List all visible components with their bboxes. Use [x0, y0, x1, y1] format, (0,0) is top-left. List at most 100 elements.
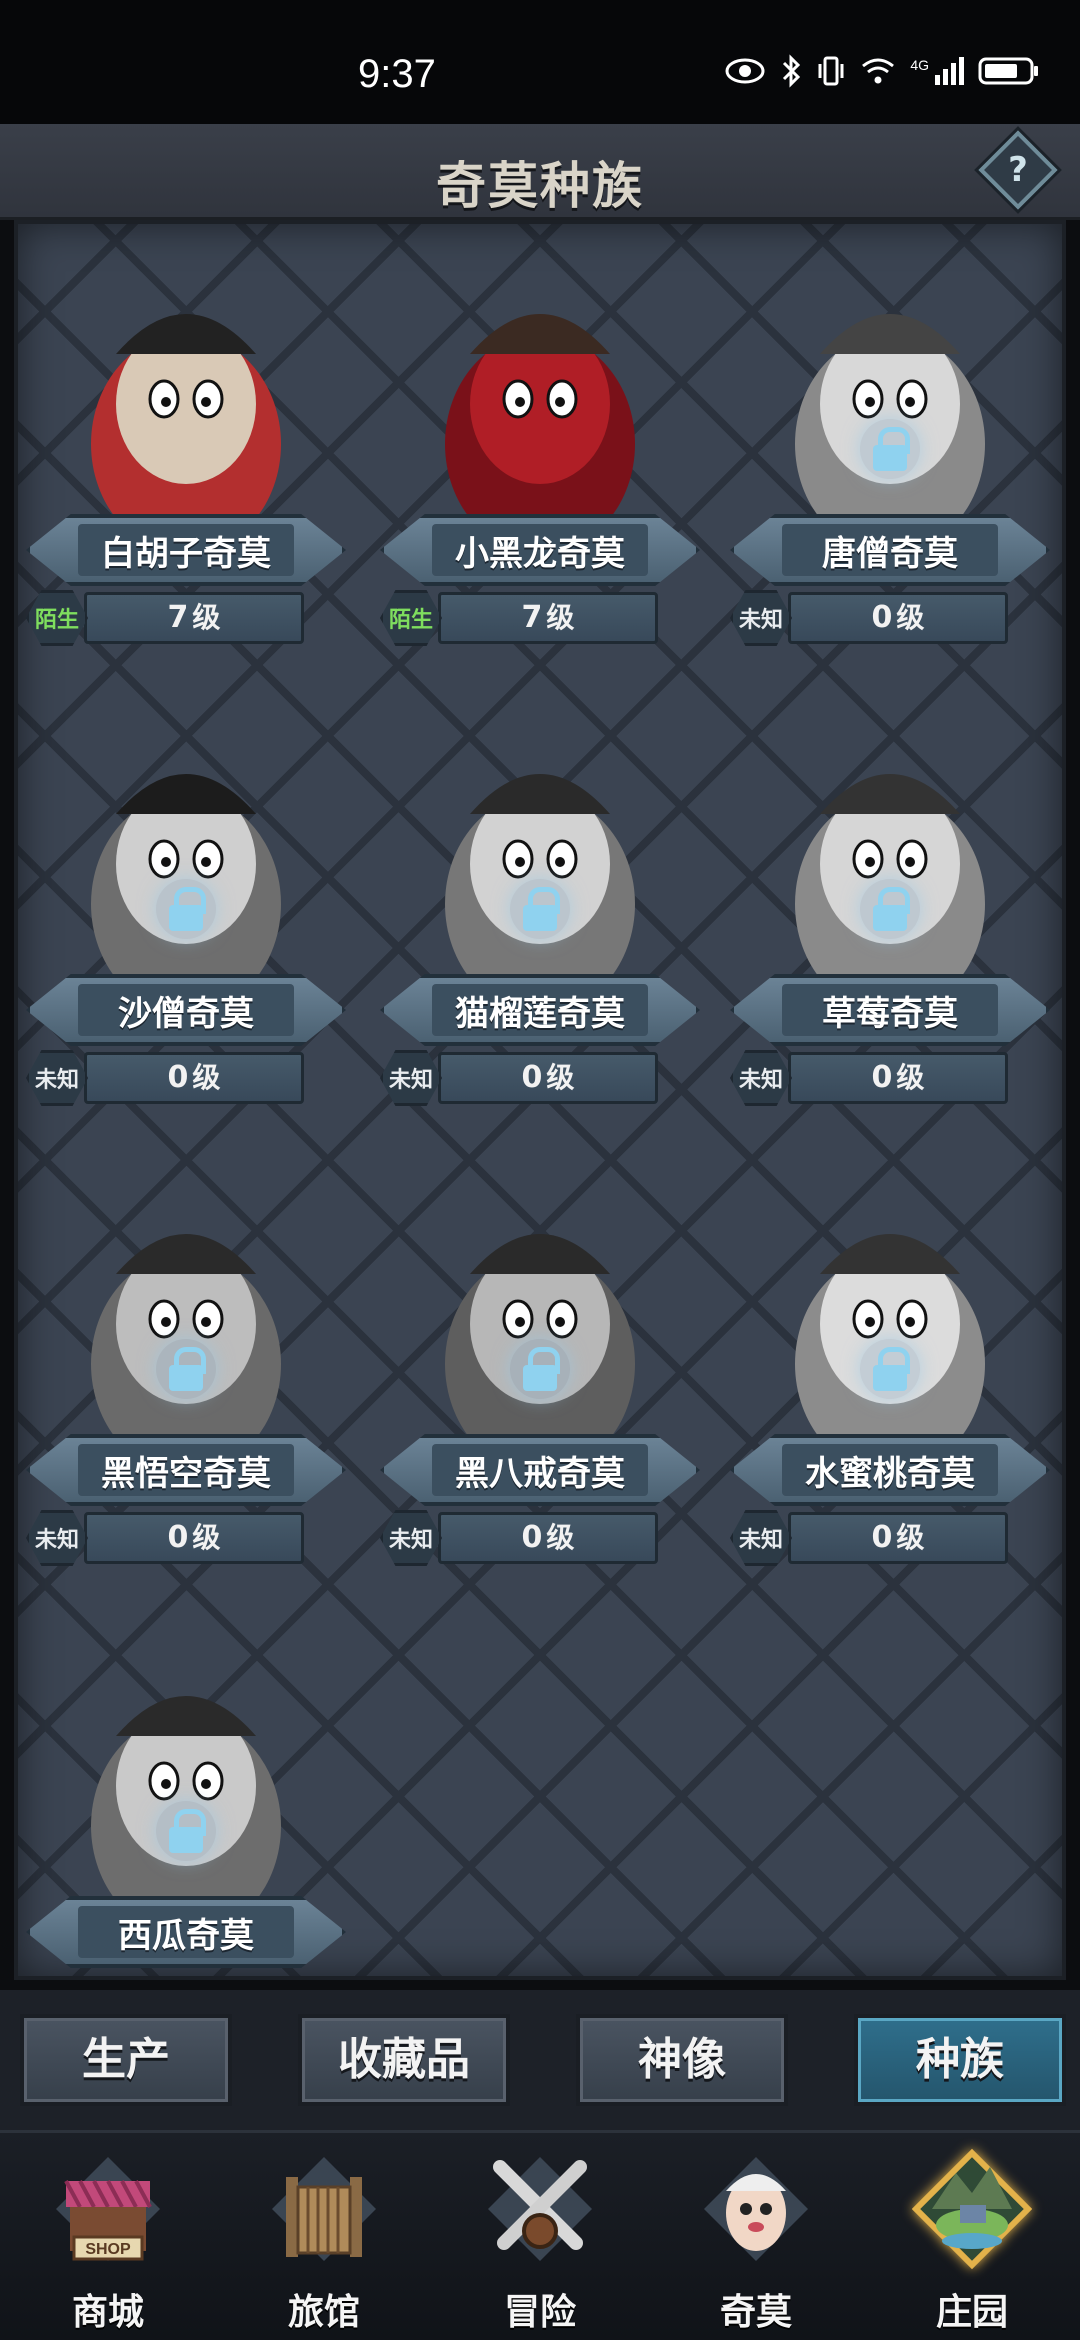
level-unit: 级 [896, 1521, 925, 1554]
tab-production[interactable]: 生产 [20, 2014, 232, 2106]
battery-icon [978, 57, 1038, 85]
level-row: 0级 未知 [380, 1506, 700, 1570]
level-unit: 级 [546, 601, 575, 634]
lock-icon [860, 1339, 920, 1399]
level-row: 0级 未知 [26, 1046, 346, 1110]
level-value: 0 [521, 1060, 543, 1095]
level-badge: 0级 [438, 1052, 658, 1104]
shop-sign: SHOP [85, 2241, 131, 2258]
species-name: 白胡子奇莫 [101, 533, 271, 574]
nav-manor[interactable]: 庄园 [864, 2133, 1080, 2340]
level-badge: 0级 [84, 1512, 304, 1564]
species-name: 草莓奇莫 [822, 993, 958, 1034]
help-question-icon: ? [1008, 150, 1028, 190]
species-card[interactable]: 黑八戒奇莫 0级 未知 [370, 1134, 710, 1566]
level-value: 0 [521, 1520, 543, 1555]
level-badge: 0级 [788, 1052, 1008, 1104]
species-card[interactable]: 白胡子奇莫 7级 陌生 [18, 224, 356, 646]
tab-statues[interactable]: 神像 [576, 2014, 788, 2106]
tab-collectibles[interactable]: 收藏品 [298, 2014, 510, 2106]
species-card[interactable]: 小黑龙奇莫 7级 陌生 [370, 224, 710, 646]
lock-icon [156, 1339, 216, 1399]
species-name: 水蜜桃奇莫 [805, 1453, 975, 1494]
species-name-banner: 西瓜奇莫 [26, 1896, 346, 1968]
tab-species[interactable]: 种族 [854, 2014, 1066, 2106]
species-name-banner: 沙僧奇莫 [26, 974, 346, 1046]
bottom-navigation: SHOP 商城 旅馆 冒险 奇莫 庄园 [0, 2130, 1080, 2340]
level-value: 7 [521, 600, 543, 635]
level-value: 0 [167, 1520, 189, 1555]
signal-4g-icon: 4G [910, 57, 964, 85]
level-row: 0级 未知 [730, 1046, 1050, 1110]
level-row: 7级 陌生 [26, 586, 346, 650]
species-name-banner: 白胡子奇莫 [26, 514, 346, 586]
species-card[interactable]: 黑悟空奇莫 0级 未知 [18, 1134, 356, 1566]
page-title: 奇莫种族 [436, 157, 644, 215]
nav-qimo[interactable]: 奇莫 [648, 2133, 864, 2340]
species-grid-panel[interactable]: 白胡子奇莫 7级 陌生 小黑龙奇莫 7级 陌生 唐僧奇莫 0 级 未知 沙僧奇莫… [14, 220, 1066, 1980]
familiarity-status: 未知 [730, 1050, 792, 1106]
eye-icon [725, 58, 765, 84]
species-name-banner: 唐僧奇莫 [730, 514, 1050, 586]
species-name: 沙僧奇莫 [118, 993, 254, 1034]
title-bar: 奇莫种族 [0, 124, 1080, 220]
nav-inn[interactable]: 旅馆 [216, 2133, 432, 2340]
level-unit: 级 [192, 1061, 221, 1094]
category-tabs: 生产 收藏品 神像 种族 [0, 1990, 1080, 2130]
species-name-banner: 草莓奇莫 [730, 974, 1050, 1046]
qimo-character-icon [704, 2157, 808, 2261]
vibrate-icon [818, 56, 844, 86]
lock-icon [860, 879, 920, 939]
level-value: 0 [871, 600, 893, 635]
familiarity-status: 未知 [380, 1050, 442, 1106]
level-badge: 7级 [84, 592, 304, 644]
level-unit: 级 [192, 1521, 221, 1554]
crossed-swords-icon [488, 2157, 592, 2261]
level-row: 0级 未知 [730, 586, 1050, 650]
familiarity-status: 未知 [380, 1510, 442, 1566]
bluetooth-icon [783, 54, 801, 88]
familiarity-status: 未知 [730, 1510, 792, 1566]
species-card[interactable]: 沙僧奇莫 0级 未知 [18, 674, 356, 1106]
lock-icon [510, 1339, 570, 1399]
species-name-banner: 黑八戒奇莫 [380, 1434, 700, 1506]
species-card[interactable]: 水蜜桃奇莫 0级 未知 [720, 1134, 1060, 1566]
species-name: 黑八戒奇莫 [455, 1453, 625, 1494]
familiarity-status: 未知 [26, 1050, 88, 1106]
level-badge: 0级 [788, 592, 1008, 644]
species-card[interactable]: 猫榴莲奇莫 0级 未知 [370, 674, 710, 1106]
level-row: 0级 未知 [26, 1506, 346, 1570]
lock-icon [860, 419, 920, 479]
species-name: 唐僧奇莫 [822, 533, 958, 574]
nav-adventure[interactable]: 冒险 [432, 2133, 648, 2340]
nav-manor-label: 庄园 [935, 2292, 1008, 2333]
lock-icon [156, 879, 216, 939]
familiarity-status: 未知 [26, 1510, 88, 1566]
species-name-banner: 水蜜桃奇莫 [730, 1434, 1050, 1506]
status-bar: 9:37 4G [0, 0, 1080, 124]
level-value: 0 [871, 1520, 893, 1555]
status-icons: 4G [724, 54, 1040, 88]
lock-icon [156, 1801, 216, 1861]
level-value: 7 [167, 600, 189, 635]
level-unit: 级 [192, 601, 221, 634]
species-name: 黑悟空奇莫 [101, 1453, 271, 1494]
species-name-banner: 猫榴莲奇莫 [380, 974, 700, 1046]
level-unit: 级 [546, 1061, 575, 1094]
familiarity-status: 陌生 [26, 590, 88, 646]
inn-icon [272, 2157, 376, 2261]
level-row: 0级 未知 [380, 1046, 700, 1110]
manor-island-icon [912, 2148, 1032, 2270]
nav-shop[interactable]: SHOP 商城 [0, 2133, 216, 2340]
level-badge: 0级 [438, 1512, 658, 1564]
species-name-banner: 小黑龙奇莫 [380, 514, 700, 586]
species-card[interactable]: 草莓奇莫 0级 未知 [720, 674, 1060, 1106]
level-value: 0 [871, 1060, 893, 1095]
level-badge: 0级 [788, 1512, 1008, 1564]
species-name-banner: 黑悟空奇莫 [26, 1434, 346, 1506]
familiarity-status: 陌生 [380, 590, 442, 646]
network-type-label: 4G [910, 57, 929, 73]
species-card[interactable]: 唐僧奇莫 0级 未知 [720, 224, 1060, 646]
species-card[interactable]: 西瓜奇莫 [18, 1596, 356, 1976]
level-unit: 级 [896, 601, 925, 634]
